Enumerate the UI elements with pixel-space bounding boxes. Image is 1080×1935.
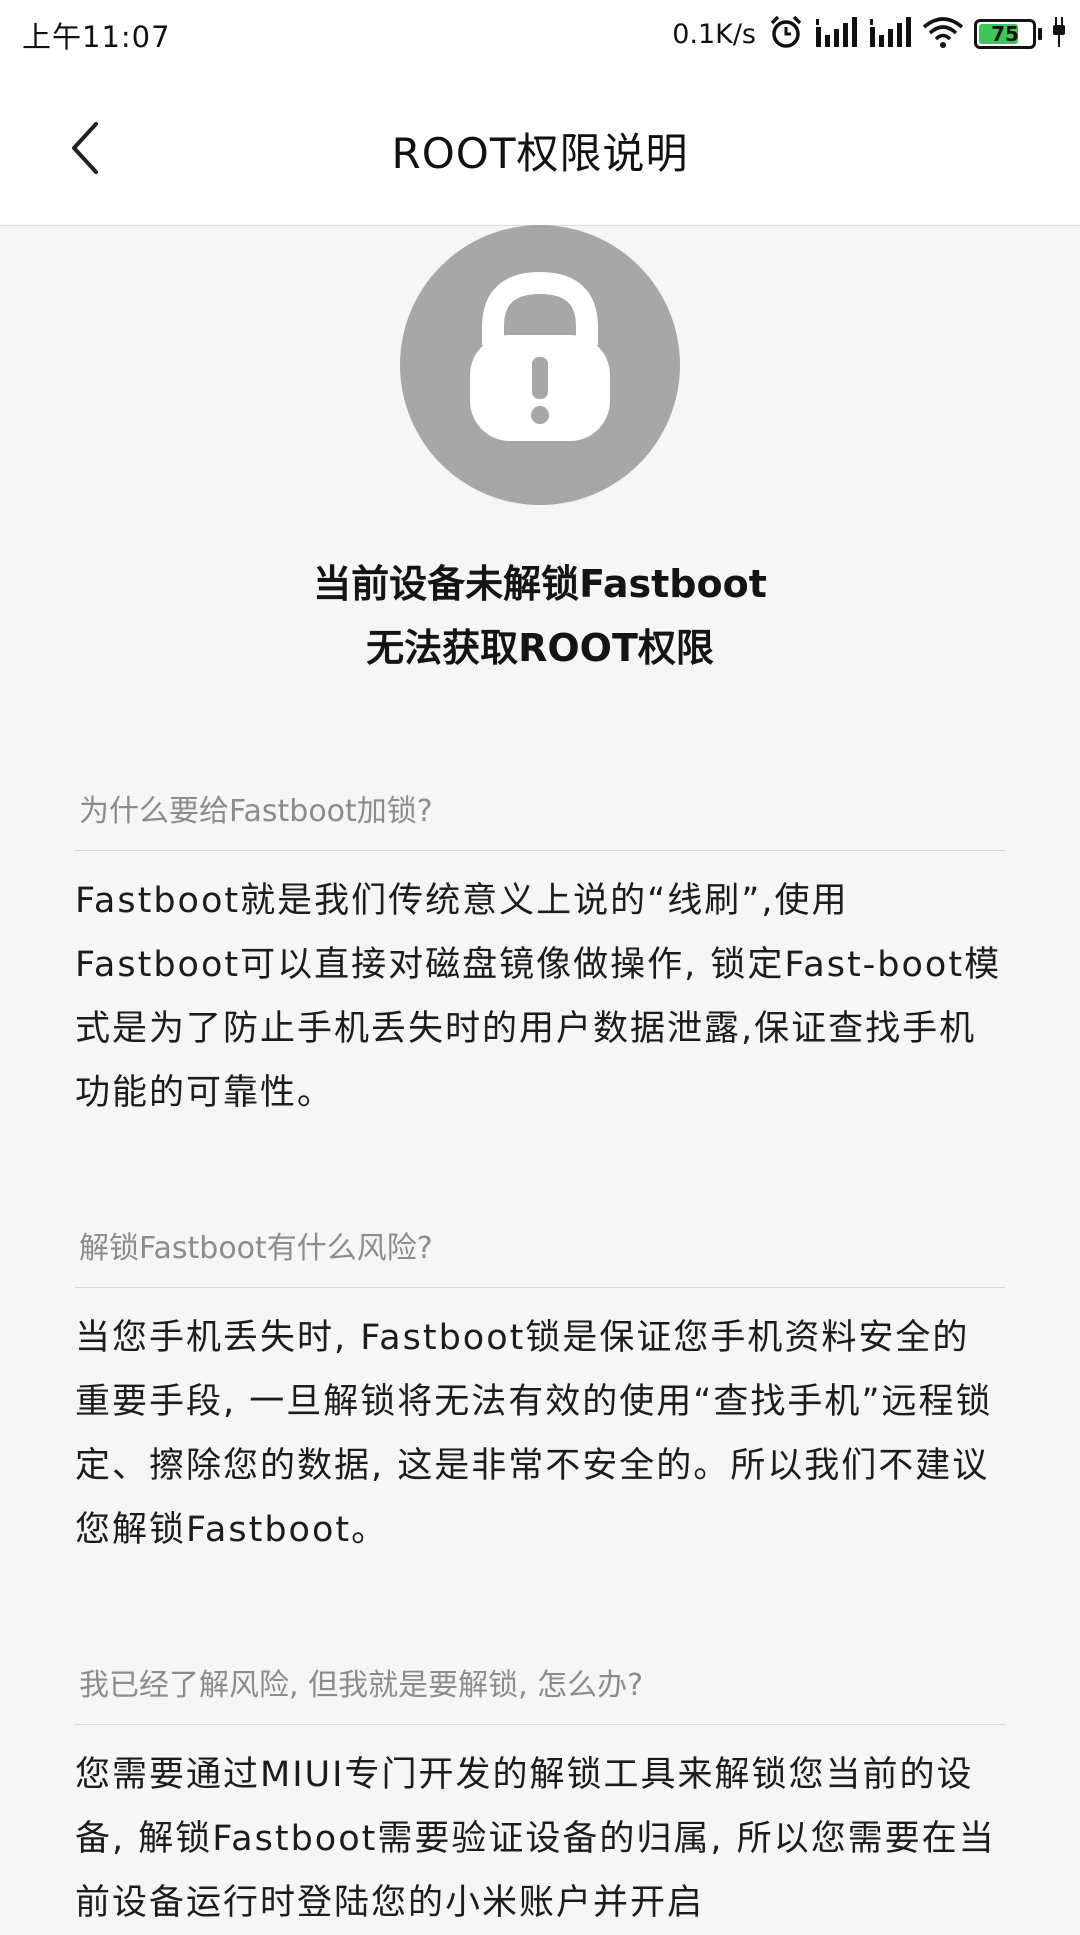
network-speed: 0.1K/s [672, 18, 756, 50]
alarm-icon [768, 14, 804, 54]
header: ROOT权限说明 [0, 70, 1080, 226]
faq-section: 为什么要给Fastboot加锁? Fastboot就是我们传统意义上说的“线刷”… [75, 774, 1005, 1125]
faq-section: 解锁Fastboot有什么风险? 当您手机丢失时, Fastboot锁是保证您手… [75, 1211, 1005, 1562]
signal-icon [868, 15, 912, 53]
faq-answer: 您需要通过MIUI专门开发的解锁工具来解锁您当前的设备, 解锁Fastboot需… [75, 1755, 996, 1923]
page-title: ROOT权限说明 [391, 129, 689, 178]
status-bar: 上午11:07 0.1K/s 75 [0, 0, 1080, 70]
signal-icon [814, 15, 858, 53]
battery-level: 75 [991, 22, 1019, 46]
charging-icon [1052, 15, 1066, 53]
lock-warning-icon [400, 225, 680, 505]
faq-answer: Fastboot就是我们传统意义上说的“线刷”,使用Fastboot可以直接对磁… [75, 881, 1002, 1113]
hero-line-2: 无法获取ROOT权限 [366, 626, 714, 670]
battery-icon: 75 [974, 19, 1036, 49]
status-time: 上午11:07 [22, 20, 171, 54]
hero-title: 当前设备未解锁Fastboot 无法获取ROOT权限 [0, 552, 1080, 680]
faq-question: 为什么要给Fastboot加锁? [75, 774, 1005, 851]
wifi-icon [922, 15, 964, 53]
faq-question: 我已经了解风险, 但我就是要解锁, 怎么办? [75, 1648, 1005, 1725]
battery-cap [1038, 28, 1042, 40]
faq-section: 我已经了解风险, 但我就是要解锁, 怎么办? 您需要通过MIUI专门开发的解锁工… [75, 1648, 1005, 1935]
faq-answer: 当您手机丢失时, Fastboot锁是保证您手机资料安全的重要手段, 一旦解锁将… [75, 1318, 993, 1550]
hero-line-1: 当前设备未解锁Fastboot [313, 562, 767, 606]
status-icons: 0.1K/s 75 [672, 12, 1066, 56]
faq-question: 解锁Fastboot有什么风险? [75, 1211, 1005, 1288]
